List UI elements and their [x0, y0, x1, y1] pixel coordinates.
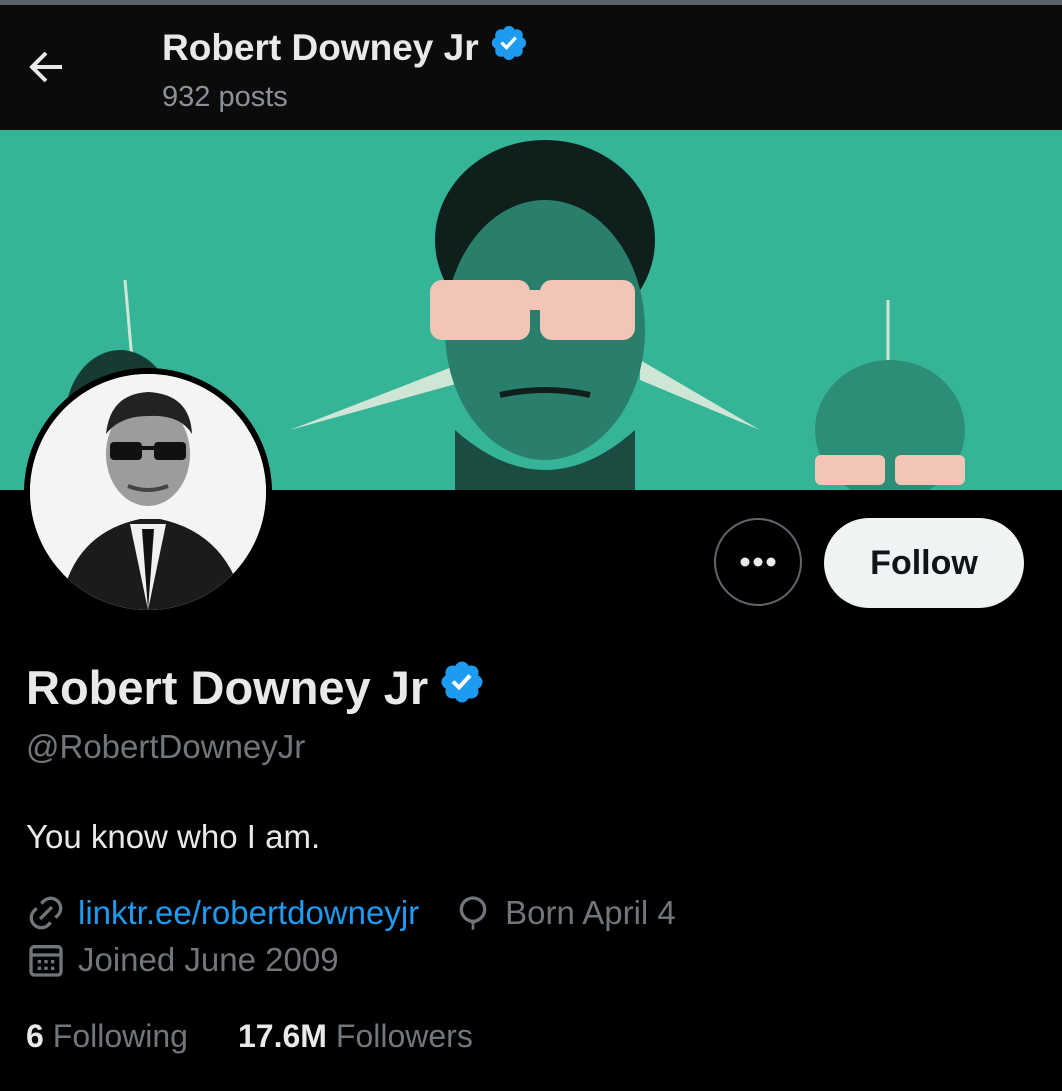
profile-name: Robert Downey Jr	[26, 661, 429, 714]
verified-badge-icon[interactable]	[438, 658, 486, 717]
avatar-image	[30, 374, 266, 610]
birthday-text: Born April 4	[505, 894, 676, 931]
follow-stats: 6 Following 17.6M Followers	[26, 1018, 473, 1055]
calendar-icon	[29, 945, 63, 977]
birthday-item: Born April 4	[453, 893, 676, 933]
header-title: Robert Downey Jr	[162, 26, 479, 68]
follow-button[interactable]: Follow	[824, 518, 1024, 608]
following-count: 6	[26, 1018, 44, 1054]
top-bar: Robert Downey Jr 932 posts	[0, 0, 1062, 130]
avatar-frame[interactable]	[24, 368, 272, 616]
profile-meta-row: linktr.ee/robertdowneyjr Born April 4	[26, 893, 676, 933]
verified-badge-icon	[489, 23, 529, 72]
followers-stat[interactable]: 17.6M Followers	[238, 1018, 473, 1055]
followers-label: Followers	[335, 1018, 473, 1054]
header-title-row: Robert Downey Jr	[162, 23, 529, 72]
profile-meta-row-2: Joined June 2009	[26, 940, 339, 980]
profile-link[interactable]: linktr.ee/robertdowneyjr	[78, 894, 419, 932]
profile-handle: @RobertDowneyJr	[26, 728, 306, 765]
back-button[interactable]	[22, 43, 70, 91]
balloon-icon	[459, 896, 487, 930]
profile-link-item[interactable]: linktr.ee/robertdowneyjr	[26, 893, 419, 933]
more-options-button[interactable]	[714, 518, 802, 606]
joined-item: Joined June 2009	[26, 940, 339, 980]
profile-name-row: Robert Downey Jr	[26, 658, 486, 717]
following-label: Following	[52, 1018, 188, 1054]
link-icon	[29, 896, 63, 930]
followers-count: 17.6M	[237, 1018, 327, 1054]
joined-text: Joined June 2009	[78, 941, 339, 978]
following-stat[interactable]: 6 Following	[26, 1018, 188, 1055]
posts-count: 932 posts	[162, 81, 288, 113]
profile-bio: You know who I am.	[26, 818, 321, 855]
avatar	[30, 374, 266, 610]
arrow-left-icon	[29, 51, 62, 83]
more-horizontal-icon	[740, 557, 776, 567]
